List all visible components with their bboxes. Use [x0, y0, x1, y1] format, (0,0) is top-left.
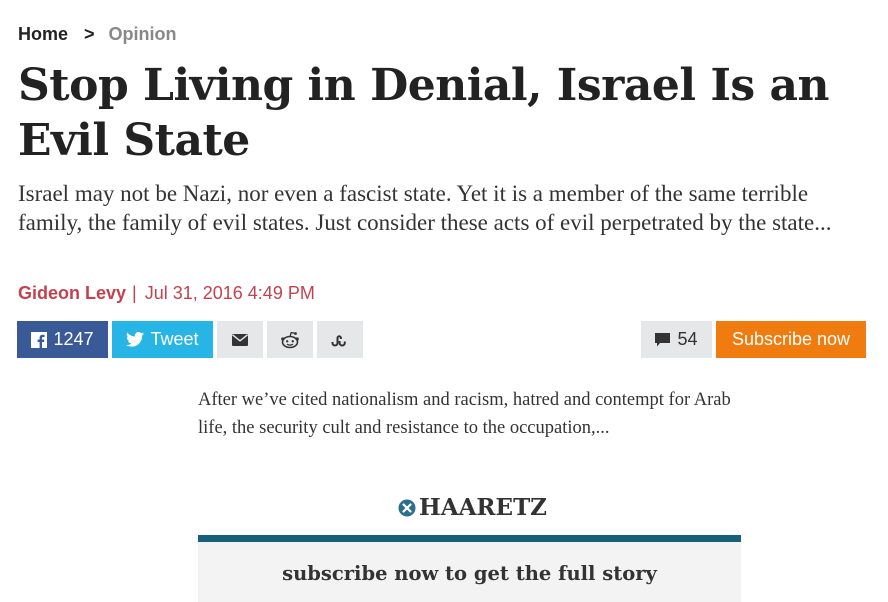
paywall-box: subscribe now to get the full story: [198, 542, 741, 602]
comments-count: 54: [677, 329, 698, 349]
tweet-button[interactable]: Tweet: [112, 321, 213, 358]
facebook-icon: [31, 331, 48, 348]
article-dek: Israel may not be Nazi, nor even a fasci…: [18, 181, 832, 235]
paywall-divider: [198, 535, 741, 542]
breadcrumb-separator: >: [84, 24, 95, 44]
stumbleupon-icon: [331, 333, 349, 347]
comment-icon: [655, 332, 671, 347]
facebook-share-count: 1247: [53, 329, 94, 349]
comments-button[interactable]: 54: [641, 321, 712, 358]
email-share-button[interactable]: [217, 321, 263, 358]
article-headline: Stop Living in Denial, Israel Is an Evil…: [18, 60, 830, 166]
tweet-label: Tweet: [150, 329, 199, 349]
byline: Gideon Levy | Jul 31, 2016 4:49 PM: [18, 283, 315, 304]
mail-icon: [232, 333, 248, 346]
reddit-share-button[interactable]: [267, 321, 313, 358]
twitter-icon: [126, 332, 145, 347]
haaretz-logo: HAARETZ: [398, 494, 547, 521]
facebook-share-button[interactable]: 1247: [17, 321, 108, 358]
breadcrumb-opinion-link[interactable]: Opinion: [109, 24, 177, 45]
share-bar: 1247 Tweet 54 Subscribe now: [17, 321, 866, 358]
paywall-message: subscribe now to get the full story: [282, 562, 657, 585]
subscribe-now-button[interactable]: Subscribe now: [716, 321, 866, 358]
breadcrumb-home-link[interactable]: Home: [18, 24, 68, 45]
haaretz-wordmark: HAARETZ: [419, 494, 547, 521]
breadcrumb: Home > Opinion: [18, 24, 177, 45]
author-link[interactable]: Gideon Levy: [18, 283, 126, 304]
stumbleupon-share-button[interactable]: [317, 321, 363, 358]
byline-separator: |: [132, 283, 137, 303]
haaretz-emblem-icon: [398, 499, 416, 517]
reddit-icon: [280, 331, 300, 349]
article-excerpt: After we’ve cited nationalism and racism…: [198, 390, 731, 438]
publish-date: Jul 31, 2016 4:49 PM: [144, 283, 315, 303]
